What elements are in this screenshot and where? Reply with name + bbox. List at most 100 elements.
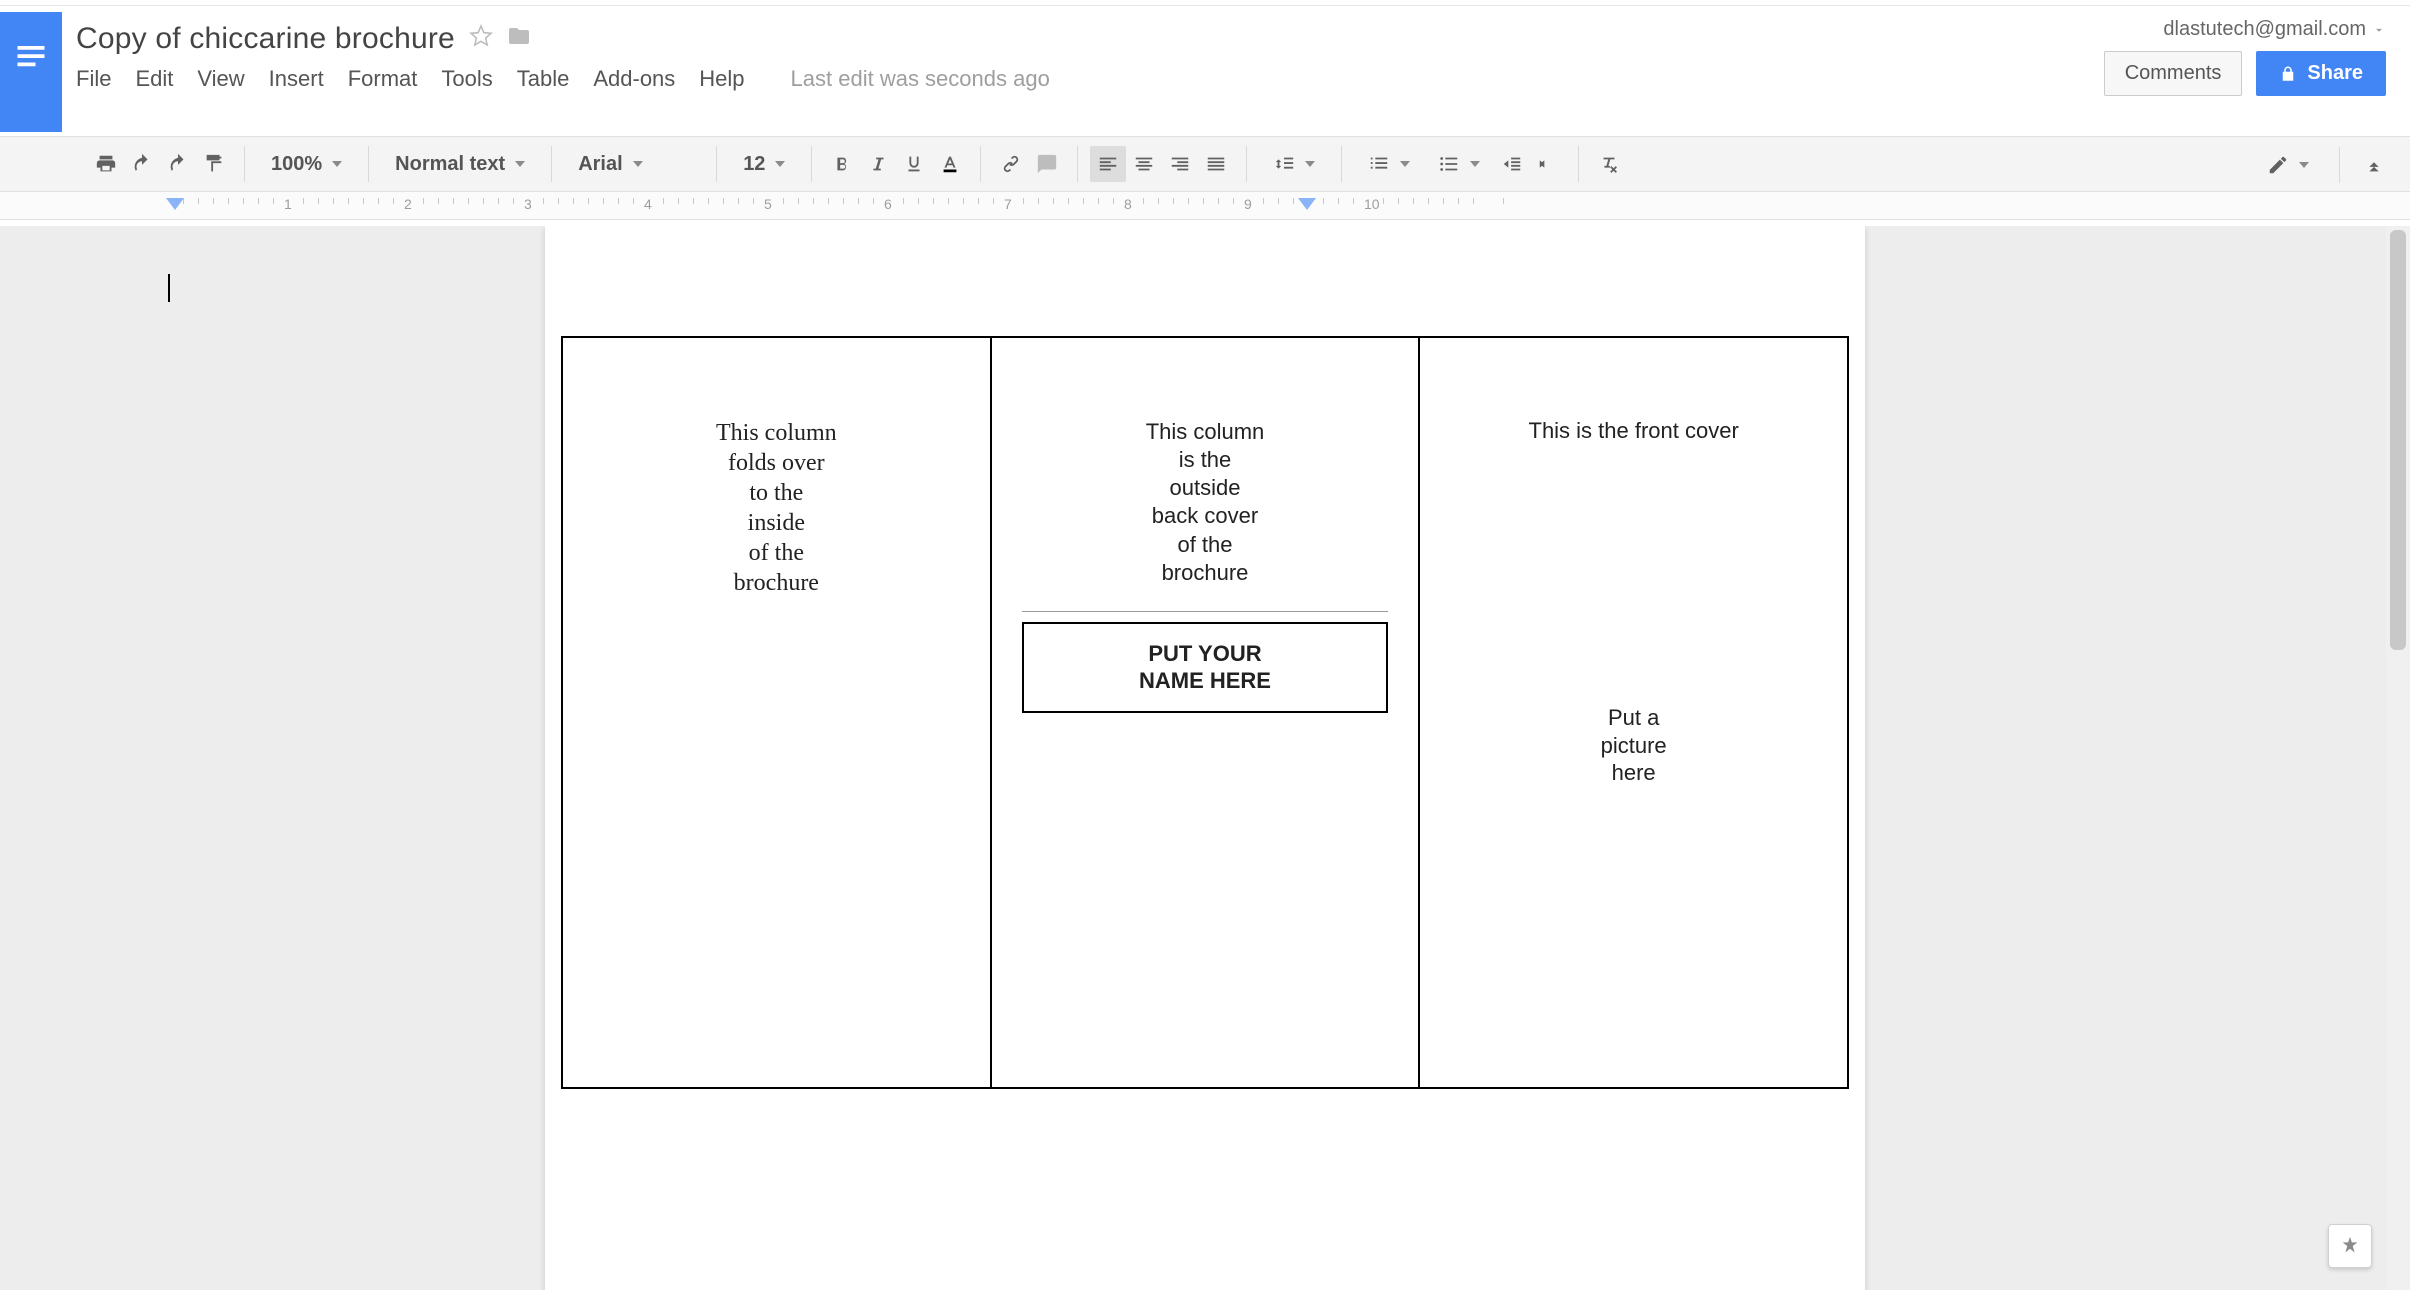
last-edit-status[interactable]: Last edit was seconds ago — [791, 66, 1050, 92]
explore-icon — [2339, 1235, 2361, 1257]
menu-help[interactable]: Help — [699, 66, 744, 92]
zoom-select[interactable]: 100% — [257, 153, 356, 176]
paragraph-style-value: Normal text — [395, 153, 505, 176]
zoom-value: 100% — [271, 153, 322, 176]
editing-mode-button[interactable] — [2253, 154, 2323, 176]
increase-indent-icon — [1537, 153, 1559, 175]
vertical-scrollbar[interactable] — [2386, 226, 2410, 1290]
ruler-indent-right[interactable] — [1298, 198, 1316, 210]
link-icon — [1000, 153, 1022, 175]
font-size-value: 12 — [743, 153, 765, 176]
menu-edit[interactable]: Edit — [135, 66, 173, 92]
menu-addons[interactable]: Add-ons — [593, 66, 675, 92]
table-row: This columnfolds overto theinsideof theb… — [562, 337, 1848, 1088]
undo-button[interactable] — [124, 146, 160, 182]
increase-indent-button[interactable] — [1530, 146, 1566, 182]
pencil-icon — [2267, 154, 2289, 176]
align-left-icon — [1097, 153, 1119, 175]
scrollbar-thumb[interactable] — [2390, 230, 2406, 650]
italic-icon — [867, 153, 889, 175]
explore-button[interactable] — [2328, 1224, 2372, 1268]
bulleted-list-button[interactable] — [1424, 153, 1494, 175]
menu-table[interactable]: Table — [517, 66, 570, 92]
menu-format[interactable]: Format — [348, 66, 418, 92]
account-email: dlastutech@gmail.com — [2163, 18, 2366, 41]
numbered-list-icon — [1368, 153, 1390, 175]
underline-button[interactable] — [896, 146, 932, 182]
ruler-mark: 3 — [524, 196, 532, 212]
add-comment-button[interactable] — [1029, 146, 1065, 182]
ruler-mark: 5 — [764, 196, 772, 212]
docs-logo-icon — [13, 40, 49, 76]
brochure-col-1[interactable]: This columnfolds overto theinsideof theb… — [562, 337, 991, 1088]
numbered-list-button[interactable] — [1354, 153, 1424, 175]
brochure-col-3[interactable]: This is the front cover Put apicturehere — [1419, 337, 1848, 1088]
ruler-indent-left[interactable] — [166, 198, 184, 210]
ruler-mark: 9 — [1244, 196, 1252, 212]
align-center-button[interactable] — [1126, 146, 1162, 182]
text-color-button[interactable] — [932, 146, 968, 182]
brochure-table[interactable]: This columnfolds overto theinsideof theb… — [561, 336, 1849, 1089]
account-menu[interactable]: dlastutech@gmail.com — [2163, 18, 2386, 41]
ruler-mark: 4 — [644, 196, 652, 212]
chevron-down-icon — [633, 161, 643, 167]
align-left-button[interactable] — [1090, 146, 1126, 182]
print-button[interactable] — [88, 146, 124, 182]
align-right-button[interactable] — [1162, 146, 1198, 182]
col2-divider — [1022, 611, 1389, 612]
chevron-up-icon — [2363, 154, 2385, 176]
menu-file[interactable]: File — [76, 66, 111, 92]
chevron-down-icon — [1305, 161, 1315, 167]
header-right: dlastutech@gmail.com Comments Share — [2104, 18, 2386, 96]
menu-bar: File Edit View Insert Format Tools Table… — [76, 56, 2394, 92]
collapse-toolbar-button[interactable] — [2356, 147, 2392, 183]
comment-icon — [1036, 153, 1058, 175]
text-color-icon — [939, 153, 961, 175]
decrease-indent-icon — [1501, 153, 1523, 175]
ruler-mark: 10 — [1364, 196, 1380, 212]
star-icon[interactable] — [469, 24, 493, 54]
redo-button[interactable] — [160, 146, 196, 182]
ruler-mark: 6 — [884, 196, 892, 212]
font-family-select[interactable]: Arial — [564, 153, 704, 176]
doc-title[interactable]: Copy of chiccarine brochure — [76, 22, 455, 56]
paint-format-button[interactable] — [196, 146, 232, 182]
ruler[interactable]: 12345678910 — [0, 192, 2410, 220]
folder-icon[interactable] — [507, 24, 531, 54]
redo-icon — [167, 153, 189, 175]
align-justify-icon — [1205, 153, 1227, 175]
lock-icon — [2279, 65, 2297, 83]
name-box[interactable]: PUT YOURNAME HERE — [1022, 622, 1389, 713]
brochure-col-2[interactable]: This columnis theoutsideback coverof the… — [991, 337, 1420, 1088]
menu-view[interactable]: View — [197, 66, 244, 92]
menu-tools[interactable]: Tools — [441, 66, 492, 92]
decrease-indent-button[interactable] — [1494, 146, 1530, 182]
docs-home-button[interactable] — [0, 12, 62, 132]
col3-title: This is the front cover — [1480, 418, 1787, 444]
share-button[interactable]: Share — [2256, 51, 2386, 96]
menu-insert[interactable]: Insert — [269, 66, 324, 92]
document-canvas[interactable]: This columnfolds overto theinsideof theb… — [0, 226, 2410, 1290]
ruler-mark: 7 — [1004, 196, 1012, 212]
line-spacing-icon — [1273, 153, 1295, 175]
chevron-down-icon — [2299, 162, 2309, 168]
clear-formatting-button[interactable] — [1591, 146, 1627, 182]
chevron-down-icon — [2372, 23, 2386, 37]
share-label: Share — [2307, 62, 2363, 85]
comments-button[interactable]: Comments — [2104, 51, 2243, 96]
font-family-value: Arial — [578, 153, 622, 176]
app-root: Copy of chiccarine brochure File Edit Vi… — [0, 0, 2410, 1290]
align-right-icon — [1169, 153, 1191, 175]
paragraph-style-select[interactable]: Normal text — [381, 153, 539, 176]
align-justify-button[interactable] — [1198, 146, 1234, 182]
insert-link-button[interactable] — [993, 146, 1029, 182]
doc-titlebar: Copy of chiccarine brochure File Edit Vi… — [76, 16, 2394, 92]
line-spacing-button[interactable] — [1259, 153, 1329, 175]
bold-button[interactable] — [824, 146, 860, 182]
text-caret — [168, 274, 170, 302]
paint-roller-icon — [203, 153, 225, 175]
font-size-select[interactable]: 12 — [729, 153, 799, 176]
underline-icon — [903, 153, 925, 175]
italic-button[interactable] — [860, 146, 896, 182]
chevron-down-icon — [775, 161, 785, 167]
